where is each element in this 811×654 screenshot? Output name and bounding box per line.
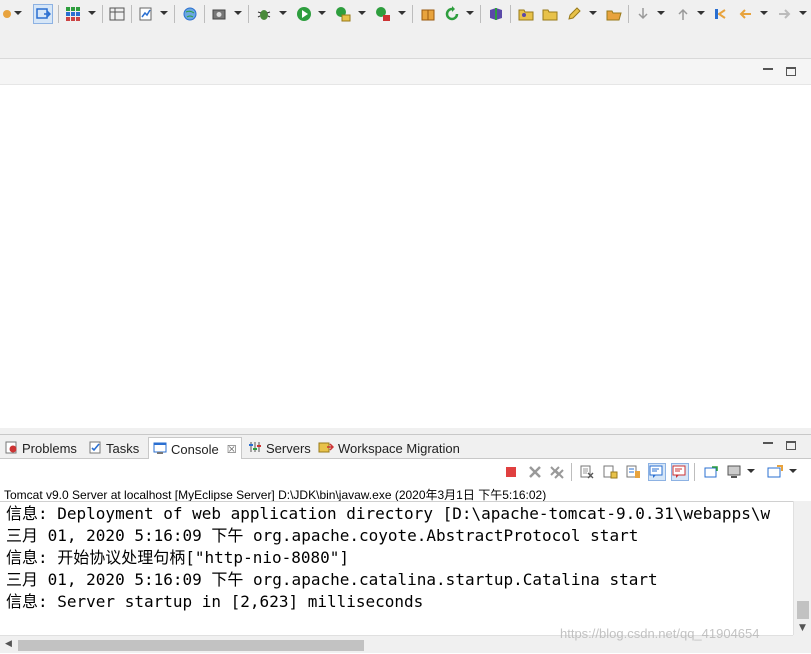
- editor-minimize-button[interactable]: [763, 67, 773, 70]
- remove-all-terminated-icon[interactable]: [548, 463, 566, 481]
- console-icon: [153, 441, 167, 458]
- toolbar-band: [0, 30, 811, 58]
- tab-tasks[interactable]: Tasks: [84, 437, 143, 459]
- view-tabbar: Problems Tasks Console ☒ Servers Workspa…: [0, 435, 811, 460]
- servers-icon: [248, 440, 262, 457]
- console-output[interactable]: 信息: Deployment of web application direct…: [0, 501, 793, 635]
- camera-icon[interactable]: [209, 4, 229, 24]
- chart-dropdown[interactable]: [160, 11, 168, 15]
- grid-layout-icon[interactable]: [63, 4, 83, 24]
- run-icon[interactable]: [294, 4, 314, 24]
- database-icon[interactable]: [486, 4, 506, 24]
- show-console-on-stderr-icon[interactable]: [671, 463, 689, 481]
- tab-label: Workspace Migration: [338, 440, 460, 456]
- editor-header: [0, 59, 811, 85]
- watermark: https://blog.csdn.net/qq_41904654: [560, 626, 760, 641]
- chart-wizard-icon[interactable]: [136, 4, 156, 24]
- show-console-on-stdout-icon[interactable]: [648, 463, 666, 481]
- display-console-dropdown[interactable]: [747, 469, 755, 473]
- tab-servers[interactable]: Servers: [244, 437, 315, 459]
- back-icon[interactable]: [735, 4, 755, 24]
- globe-icon[interactable]: [180, 4, 200, 24]
- console-line: 三月 01, 2020 5:16:09 下午 org.apache.coyote…: [6, 526, 639, 545]
- forward-dropdown[interactable]: [799, 11, 807, 15]
- view-minimize-button[interactable]: [763, 441, 773, 444]
- scrollbar-corner: [793, 635, 811, 653]
- scroll-lock-icon[interactable]: [601, 463, 619, 481]
- folder-open-icon[interactable]: [604, 4, 624, 24]
- open-console-icon[interactable]: [766, 463, 784, 481]
- debug-icon[interactable]: [254, 4, 274, 24]
- new-wizard-dropdown[interactable]: [14, 11, 22, 15]
- editor-area: [0, 58, 811, 428]
- close-tab-icon[interactable]: ☒: [227, 443, 237, 456]
- vertical-scroll-thumb[interactable]: [797, 601, 809, 619]
- next-annotation-icon[interactable]: [633, 4, 653, 24]
- stop-server-dropdown[interactable]: [398, 11, 406, 15]
- terminate-icon[interactable]: [502, 463, 520, 481]
- tasks-icon: [88, 440, 102, 457]
- display-selected-console-icon[interactable]: [726, 463, 744, 481]
- console-line: 信息: 开始协议处理句柄["http-nio-8080"]: [6, 548, 350, 567]
- console-line: 信息: Deployment of web application direct…: [6, 504, 771, 523]
- pencil-dropdown[interactable]: [589, 11, 597, 15]
- tab-label: Problems: [22, 440, 77, 456]
- view-maximize-button[interactable]: [786, 441, 796, 450]
- vertical-scrollbar[interactable]: ▼: [793, 501, 811, 635]
- tab-workspace-migration[interactable]: Workspace Migration: [314, 437, 464, 459]
- tab-label: Console: [171, 441, 219, 457]
- debug-dropdown[interactable]: [279, 11, 287, 15]
- refresh-dropdown[interactable]: [466, 11, 474, 15]
- console-line: 信息: Server startup in [2,623] millisecon…: [6, 592, 424, 611]
- forward-icon[interactable]: [775, 4, 795, 24]
- run-external-dropdown[interactable]: [358, 11, 366, 15]
- remove-launch-icon[interactable]: [526, 463, 544, 481]
- folder-icon[interactable]: [540, 4, 560, 24]
- run-dropdown[interactable]: [318, 11, 326, 15]
- bottom-view-stack: Problems Tasks Console ☒ Servers Workspa…: [0, 434, 811, 654]
- open-folder-icon[interactable]: [516, 4, 536, 24]
- problems-icon: [4, 440, 18, 457]
- previous-annotation-icon[interactable]: [673, 4, 693, 24]
- tab-label: Servers: [266, 440, 311, 456]
- tab-console[interactable]: Console ☒: [148, 437, 242, 460]
- open-console-dropdown[interactable]: [789, 469, 797, 473]
- stop-server-icon[interactable]: [373, 4, 393, 24]
- scroll-down-arrow-icon[interactable]: ▼: [799, 623, 806, 633]
- package-icon[interactable]: [418, 4, 438, 24]
- camera-dropdown[interactable]: [234, 11, 242, 15]
- grid-dropdown[interactable]: [88, 11, 96, 15]
- main-toolbar: [0, 0, 811, 30]
- last-edit-location-icon[interactable]: [711, 4, 731, 24]
- word-wrap-icon[interactable]: [624, 463, 642, 481]
- tab-label: Tasks: [106, 440, 140, 456]
- next-annotation-dropdown[interactable]: [657, 11, 665, 15]
- previous-annotation-dropdown[interactable]: [697, 11, 705, 15]
- console-line: 三月 01, 2020 5:16:09 下午 org.apache.catali…: [6, 570, 658, 589]
- table-icon[interactable]: [107, 4, 127, 24]
- scroll-left-arrow-icon[interactable]: ◀: [5, 639, 12, 649]
- back-dropdown[interactable]: [760, 11, 768, 15]
- tab-problems[interactable]: Problems: [0, 437, 81, 459]
- refresh-icon[interactable]: [442, 4, 462, 24]
- horizontal-scroll-thumb[interactable]: [18, 640, 364, 651]
- workspace-migration-icon: [318, 440, 335, 457]
- open-type-icon[interactable]: [33, 4, 53, 24]
- run-external-icon[interactable]: [333, 4, 353, 24]
- pencil-icon[interactable]: [564, 4, 584, 24]
- editor-maximize-button[interactable]: [786, 67, 796, 76]
- clear-console-icon[interactable]: [578, 463, 596, 481]
- pin-console-icon[interactable]: [702, 463, 720, 481]
- console-toolbar: [0, 459, 811, 485]
